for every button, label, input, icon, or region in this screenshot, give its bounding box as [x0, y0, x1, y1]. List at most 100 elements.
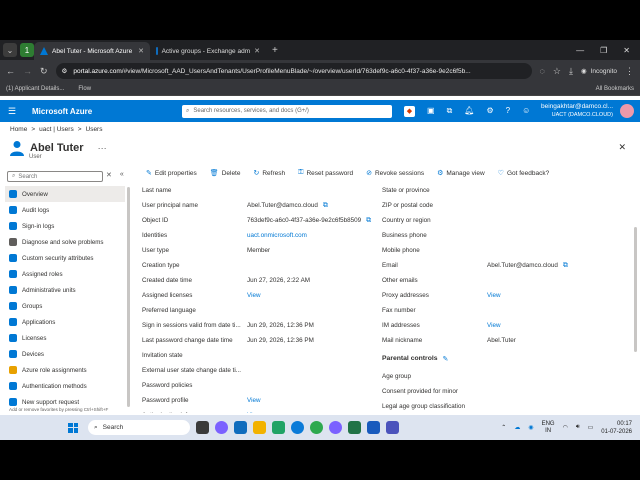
- bookmark-item[interactable]: Flow: [78, 86, 91, 92]
- property-value[interactable]: View: [247, 397, 261, 404]
- directory-filter-icon[interactable]: ⧉: [447, 106, 453, 117]
- property-value-text[interactable]: View: [247, 397, 261, 404]
- incognito-indicator[interactable]: ◉ Incognito: [581, 67, 617, 76]
- account-info[interactable]: beingakhtar@damco.cl... UACT (DAMCO.CLOU…: [541, 103, 617, 119]
- property-value[interactable]: View: [247, 292, 261, 299]
- refresh-button[interactable]: ↻ Refresh: [253, 169, 285, 178]
- breadcrumb-home[interactable]: Home: [10, 126, 27, 133]
- revoke-sessions-button[interactable]: ⊘ Revoke sessions: [366, 169, 424, 178]
- property-value[interactable]: View: [487, 292, 501, 299]
- taskbar-search[interactable]: ⌕ Search: [88, 420, 190, 435]
- sidebar-item-applications[interactable]: Applications: [5, 314, 125, 330]
- app-icon[interactable]: [272, 421, 285, 434]
- sidebar-item-audit-logs[interactable]: Audit logs: [5, 202, 125, 218]
- battery-icon[interactable]: ▭: [588, 424, 594, 431]
- maximize-icon[interactable]: ❐: [600, 46, 607, 55]
- azure-brand[interactable]: Microsoft Azure: [32, 107, 152, 116]
- portal-menu-icon[interactable]: ☰: [0, 106, 24, 117]
- bookmark-item[interactable]: (1) Applicant Details...: [6, 86, 64, 92]
- edit-pencil-icon[interactable]: ✎: [443, 355, 449, 363]
- edit-properties-button[interactable]: ✎ Edit properties: [146, 169, 197, 178]
- task-view-icon[interactable]: [196, 421, 209, 434]
- language-indicator[interactable]: ENG IN: [542, 421, 555, 435]
- collapse-options-icon[interactable]: ✕: [106, 171, 112, 179]
- help-icon[interactable]: ?: [506, 106, 510, 117]
- clock[interactable]: 00:17 01-07-2026: [601, 420, 632, 436]
- avatar[interactable]: [620, 104, 634, 118]
- property-value-text[interactable]: View: [247, 292, 261, 299]
- chrome-icon[interactable]: [310, 421, 323, 434]
- edge-icon[interactable]: [291, 421, 304, 434]
- app-icon[interactable]: [215, 421, 228, 434]
- manage-view-button[interactable]: ⚙ Manage view: [437, 169, 485, 178]
- app-icon[interactable]: [329, 421, 342, 434]
- copy-icon[interactable]: ⧉: [366, 217, 371, 225]
- tab-search-icon[interactable]: ⌄: [3, 43, 17, 57]
- windows-start-icon[interactable]: [68, 422, 78, 433]
- new-tab-icon[interactable]: +: [272, 45, 278, 56]
- close-blade-icon[interactable]: ✕: [618, 142, 626, 153]
- notifications-icon[interactable]: 🔔︎: [464, 106, 474, 117]
- onedrive-icon[interactable]: ☁: [514, 424, 520, 431]
- file-explorer-icon[interactable]: [253, 421, 266, 434]
- property-value[interactable]: View: [487, 322, 501, 329]
- profile-badge[interactable]: 1: [20, 43, 34, 57]
- property-value-text[interactable]: uact.onmicrosoft.com: [247, 232, 307, 239]
- more-options-icon[interactable]: ···: [98, 143, 107, 153]
- eye-off-icon[interactable]: ◌: [540, 66, 545, 76]
- delete-button[interactable]: 🗑︎ Delete: [210, 169, 241, 178]
- sidebar-item-licenses[interactable]: Licenses: [5, 330, 125, 346]
- app-icon[interactable]: ◉: [528, 424, 533, 431]
- close-window-icon[interactable]: ✕: [623, 46, 630, 55]
- breadcrumb-users[interactable]: Users: [86, 126, 103, 133]
- sidebar-item-diagnose-and-solve-problems[interactable]: Diagnose and solve problems: [5, 234, 125, 250]
- wifi-icon[interactable]: ◠: [563, 424, 568, 431]
- sidebar-item-administrative-units[interactable]: Administrative units: [5, 282, 125, 298]
- sidebar-item-devices[interactable]: Devices: [5, 346, 125, 362]
- settings-icon[interactable]: ⚙: [486, 106, 493, 117]
- copy-icon[interactable]: ⧉: [323, 202, 328, 210]
- property-value-text[interactable]: View: [247, 412, 261, 413]
- site-info-icon[interactable]: ⚙: [62, 67, 68, 75]
- property-value-text[interactable]: View: [487, 322, 501, 329]
- download-icon[interactable]: ⤓: [569, 66, 573, 77]
- sidebar-item-azure-role-assignments[interactable]: Azure role assignments: [5, 362, 125, 378]
- outlook-icon[interactable]: [234, 421, 247, 434]
- sidebar-item-custom-security-attributes[interactable]: Custom security attributes: [5, 250, 125, 266]
- close-tab-icon[interactable]: ✕: [138, 47, 144, 55]
- volume-icon[interactable]: 🔊︎: [576, 424, 580, 431]
- main-scrollbar[interactable]: [634, 227, 637, 352]
- collapse-sidebar-icon[interactable]: «: [120, 171, 124, 179]
- browser-menu-icon[interactable]: ⋮: [625, 66, 634, 77]
- cloud-shell-icon[interactable]: ▣: [427, 106, 435, 117]
- copilot-icon[interactable]: ◆: [404, 105, 415, 117]
- teams-icon[interactable]: [386, 421, 399, 434]
- word-icon[interactable]: [367, 421, 380, 434]
- excel-icon[interactable]: [348, 421, 361, 434]
- copy-icon[interactable]: ⧉: [563, 262, 568, 270]
- reset-password-button[interactable]: ⚿ Reset password: [298, 169, 353, 177]
- back-icon[interactable]: ←: [6, 66, 15, 76]
- bookmark-star-icon[interactable]: ☆: [553, 66, 561, 77]
- sidebar-item-assigned-roles[interactable]: Assigned roles: [5, 266, 125, 282]
- feedback-icon[interactable]: ☺: [522, 106, 530, 117]
- sidebar-item-authentication-methods[interactable]: Authentication methods: [5, 378, 125, 394]
- sidebar-search-input[interactable]: ⌕ Search: [7, 171, 103, 182]
- property-value[interactable]: uact.onmicrosoft.com: [247, 232, 307, 239]
- chevron-up-icon[interactable]: ⌃: [501, 424, 506, 431]
- breadcrumb-uact-users[interactable]: uact | Users: [39, 126, 74, 133]
- sidebar-item-groups[interactable]: Groups: [5, 298, 125, 314]
- tab-azure[interactable]: Abel Tuter - Microsoft Azure ✕: [34, 42, 150, 60]
- reload-icon[interactable]: ↻: [40, 66, 48, 77]
- property-value-text[interactable]: View: [487, 292, 501, 299]
- tab-exchange[interactable]: Active groups - Exchange adm ✕: [150, 42, 266, 60]
- minimize-icon[interactable]: —: [576, 46, 584, 55]
- forward-icon[interactable]: →: [23, 66, 32, 76]
- sidebar-item-overview[interactable]: Overview: [5, 186, 125, 202]
- azure-search-input[interactable]: ⌕ Search resources, services, and docs (…: [182, 104, 392, 118]
- property-value[interactable]: View: [247, 412, 261, 413]
- close-tab-icon[interactable]: ✕: [254, 47, 260, 55]
- sidebar-scrollbar[interactable]: [127, 187, 130, 407]
- url-field[interactable]: ⚙ portal.azure.com/#view/Microsoft_AAD_U…: [55, 63, 532, 79]
- feedback-button[interactable]: ♡ Got feedback?: [498, 169, 550, 178]
